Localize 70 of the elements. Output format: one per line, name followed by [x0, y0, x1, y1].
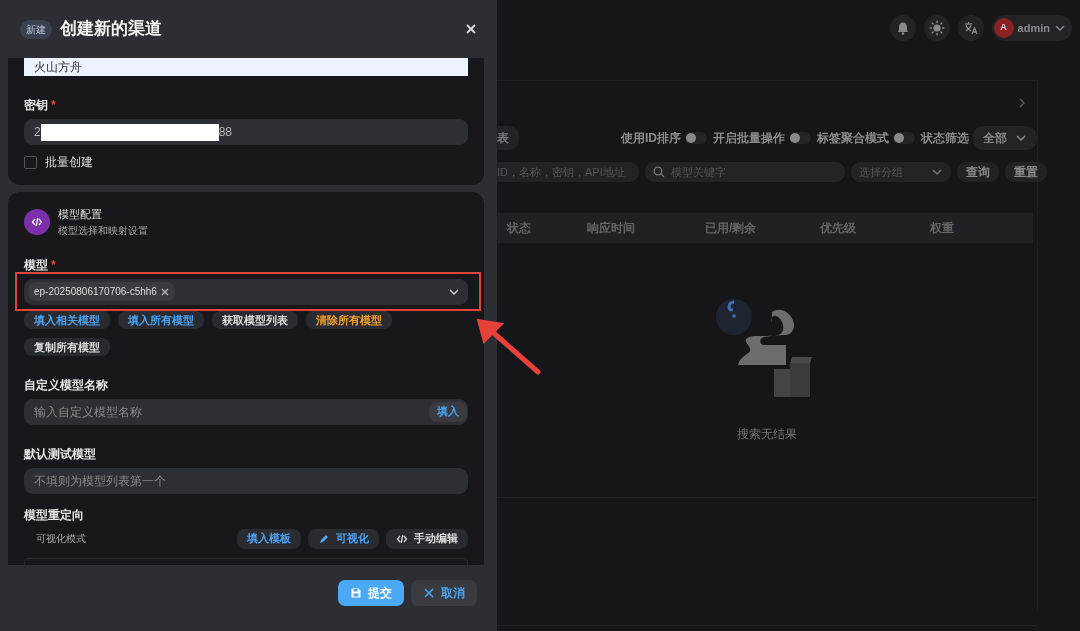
save-icon	[350, 587, 362, 599]
column-header: 状态	[507, 220, 532, 237]
translate-icon	[963, 21, 978, 35]
empty-message: 搜索无结果	[737, 426, 797, 443]
toggle-label: 开启批量操作	[713, 130, 785, 147]
select-value: 全部	[983, 130, 1007, 147]
column-header: 权重	[930, 220, 955, 237]
chevron-down-icon	[1015, 132, 1027, 144]
username: admin	[1017, 20, 1050, 36]
mode-button[interactable]: 填入模板	[237, 528, 301, 549]
drawer-title: 创建新的渠道	[60, 18, 162, 41]
field-label: 默认测试模型	[24, 445, 97, 463]
toggle-switch[interactable]	[685, 132, 707, 144]
key-text: 88	[218, 124, 233, 141]
mode-button[interactable]: 可视化	[308, 528, 379, 549]
toggle-label: 使用ID排序	[621, 130, 681, 147]
model-select[interactable]: ep-20250806170706-c5hh6	[24, 278, 468, 305]
pencil-icon	[318, 532, 330, 545]
close-icon	[465, 23, 477, 35]
action-button[interactable]: 重置	[1004, 162, 1047, 182]
column-header: 响应时间	[587, 220, 636, 237]
language-button[interactable]	[957, 15, 984, 41]
field-label: 模型 *	[24, 256, 57, 274]
section-subtitle: 模型选择和映射设置	[58, 223, 148, 238]
action-button[interactable]: 复制所有模型	[24, 337, 110, 356]
chevron-down-icon	[930, 166, 943, 178]
user-menu[interactable]: A admin	[991, 15, 1072, 41]
theme-button[interactable]	[923, 15, 950, 41]
checkbox-label: 批量创建	[45, 154, 93, 171]
chevron-down-icon	[1054, 22, 1066, 34]
column-header: 已用/剩余	[705, 220, 758, 237]
annotation-arrow	[474, 316, 544, 378]
search-icon	[652, 166, 665, 178]
bell-icon	[895, 21, 910, 35]
toggle-switch[interactable]	[893, 132, 915, 144]
field-label: 模型重定向	[24, 506, 85, 524]
chevron-right-icon[interactable]	[1017, 97, 1027, 109]
column-header: 优先级	[820, 220, 857, 237]
user-avatar: A	[993, 18, 1014, 38]
model-tag[interactable]: ep-20250806170706-c5hh6	[28, 282, 175, 301]
section-title: 模型配置	[58, 207, 103, 222]
fill-button[interactable]: 填入	[429, 401, 467, 422]
key-text: 2	[34, 124, 41, 141]
close-icon	[423, 587, 435, 599]
placeholder-text: 不填则为模型列表第一个	[34, 472, 166, 490]
remove-icon[interactable]	[160, 287, 169, 296]
code-icon	[396, 532, 408, 545]
sun-icon	[928, 20, 945, 36]
close-button[interactable]	[465, 23, 477, 35]
tag-text: ep-20250806170706-c5hh6	[34, 285, 157, 299]
status-filter-select[interactable]: 全部	[973, 126, 1037, 150]
status-badge: 新建	[20, 19, 52, 39]
mode-label: 可视化模式	[36, 532, 86, 546]
toggle-switch[interactable]	[789, 132, 811, 144]
checkbox[interactable]	[24, 155, 37, 169]
code-glyph-icon	[31, 215, 43, 228]
test-model-field[interactable]: 不填则为模型列表第一个	[24, 467, 468, 494]
key-field[interactable]: 2 88	[24, 119, 468, 145]
mode-button[interactable]: 手动编辑	[386, 528, 468, 549]
tab[interactable]: 表	[497, 126, 519, 150]
placeholder-text: 输入自定义模型名称	[34, 403, 142, 421]
notification-button[interactable]	[889, 15, 916, 41]
field-label: 自定义模型名称	[24, 376, 109, 394]
name-field[interactable]: 火山方舟	[24, 58, 468, 76]
toggle-label: 标签聚合模式	[817, 130, 889, 147]
cancel-button[interactable]: 取消	[411, 580, 477, 606]
action-button[interactable]: 查询	[956, 162, 999, 182]
filter-label: 状态筛选	[921, 130, 969, 147]
field-label: 密钥 *	[24, 97, 57, 114]
custom-model-field[interactable]: 输入自定义模型名称 填入	[24, 398, 468, 425]
